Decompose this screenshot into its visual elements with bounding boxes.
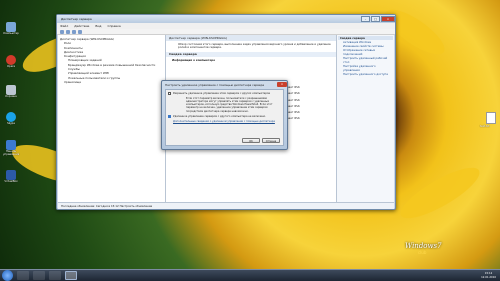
- navigation-tree: Диспетчер сервера (WIN-KSXPRGGG) Роли Ко…: [58, 35, 166, 202]
- info-icon: [168, 114, 171, 118]
- dialog-titlebar[interactable]: Настроить удаленное управление с помощью…: [162, 81, 287, 88]
- control-panel-icon: [6, 140, 16, 150]
- desktop-icon-skype[interactable]: Skype: [3, 112, 19, 125]
- virtualbox-icon: [6, 170, 16, 180]
- dialog-title: Настроить удаленное управление с помощью…: [165, 82, 265, 87]
- system-clock[interactable]: 15:12 12.01.2010: [481, 272, 496, 278]
- subsection-title: Информация о компьютере: [172, 57, 216, 62]
- dialog-description: Если этот параметр включен, пользователи…: [186, 97, 273, 113]
- menu-view[interactable]: Вид: [95, 24, 101, 28]
- desktop-icon-opera[interactable]: Opera: [3, 55, 19, 68]
- desktop-file-icon[interactable]: [486, 112, 496, 124]
- actions-pane: Сводка сервера Активация Windows Изменен…: [336, 35, 394, 202]
- taskbar-server-manager-icon[interactable]: [65, 271, 77, 280]
- minimize-button[interactable]: –: [361, 16, 370, 22]
- desktop-icon-virtualbox[interactable]: VirtualBox: [3, 170, 19, 183]
- status-info: Удаленное управление сервером с другого …: [168, 115, 281, 118]
- cancel-button[interactable]: Отмена: [262, 138, 280, 143]
- status-bar: Последнее обновление: Сегодня в 15:12 На…: [58, 202, 394, 209]
- desktop-icon-control-panel[interactable]: Панель управления: [3, 140, 19, 156]
- remote-management-dialog: Настроить удаленное управление с помощью…: [161, 80, 288, 150]
- dialog-body: Разрешить удаленное управление этим серв…: [165, 89, 284, 146]
- allow-remote-checkbox[interactable]: Разрешить удаленное управление этим серв…: [168, 92, 281, 96]
- desktop-icon-label: VirtualBox: [4, 180, 18, 183]
- checkbox-label: Разрешить удаленное управление этим серв…: [173, 92, 270, 95]
- opera-icon: [6, 55, 16, 65]
- watermark-logo: Windows7: [405, 242, 442, 250]
- clock-date: 12.01.2010: [481, 275, 496, 279]
- menu-help[interactable]: Справка: [108, 24, 121, 28]
- window-controls: – □ ×: [360, 16, 395, 22]
- up-icon[interactable]: [72, 29, 76, 34]
- taskbar-opera-icon[interactable]: [33, 271, 45, 280]
- checkbox-icon[interactable]: [168, 92, 171, 96]
- desktop-icon-recycle-bin[interactable]: Корзина: [3, 85, 19, 98]
- watermark-sub: club: [418, 250, 427, 255]
- recycle-bin-icon: [6, 85, 16, 95]
- computer-icon: [6, 22, 16, 32]
- action-remote-management[interactable]: Настройка удаленного управления: [338, 64, 393, 72]
- ok-button[interactable]: OK: [242, 138, 260, 143]
- more-info-link[interactable]: Дополнительные сведения о удаленном упра…: [168, 120, 281, 123]
- back-icon[interactable]: [60, 29, 64, 34]
- forward-icon[interactable]: [66, 29, 70, 34]
- action-remote-access[interactable]: Настроить удаленного доступа: [338, 72, 393, 76]
- action-network-connections[interactable]: Отображение сетевых подключений: [338, 48, 393, 56]
- dialog-buttons: OK Отмена: [242, 138, 280, 143]
- close-button[interactable]: ×: [381, 16, 395, 22]
- skype-icon: [6, 112, 16, 122]
- desktop-icon-label: Skype: [7, 122, 15, 125]
- menu-file[interactable]: Файл: [60, 24, 68, 28]
- taskbar: 15:12 12.01.2010: [0, 269, 500, 281]
- action-remote-desktop[interactable]: Настроить удаленный рабочий стол: [338, 56, 393, 64]
- desktop-icon-label: Opera: [7, 65, 15, 68]
- wallpaper-petal: [394, 159, 486, 227]
- tree-item-storage[interactable]: Хранилище: [60, 80, 163, 84]
- menu-action[interactable]: Действие: [74, 24, 89, 28]
- desktop-icon-label: Компьютер: [3, 32, 19, 35]
- taskbar-explorer-icon[interactable]: [17, 271, 29, 280]
- desktop-icon-label: Корзина: [5, 95, 17, 98]
- desktop-icon-label: Панель управления: [3, 150, 20, 156]
- desktop-file-label: text.txt: [480, 125, 490, 128]
- window-titlebar[interactable]: Диспетчер сервера – □ ×: [57, 15, 395, 23]
- desktop-icon-computer[interactable]: Компьютер: [3, 22, 19, 35]
- taskbar-cmd-icon[interactable]: [49, 271, 61, 280]
- help-icon[interactable]: [78, 29, 82, 34]
- start-button[interactable]: [2, 270, 13, 281]
- center-description: Обзор состояния этого сервера, выполнени…: [178, 42, 331, 50]
- window-title: Диспетчер сервера: [61, 17, 92, 21]
- status-text: Удаленное управление сервером с другого …: [173, 114, 266, 118]
- maximize-button[interactable]: □: [371, 16, 380, 22]
- dialog-close-button[interactable]: ×: [277, 82, 287, 87]
